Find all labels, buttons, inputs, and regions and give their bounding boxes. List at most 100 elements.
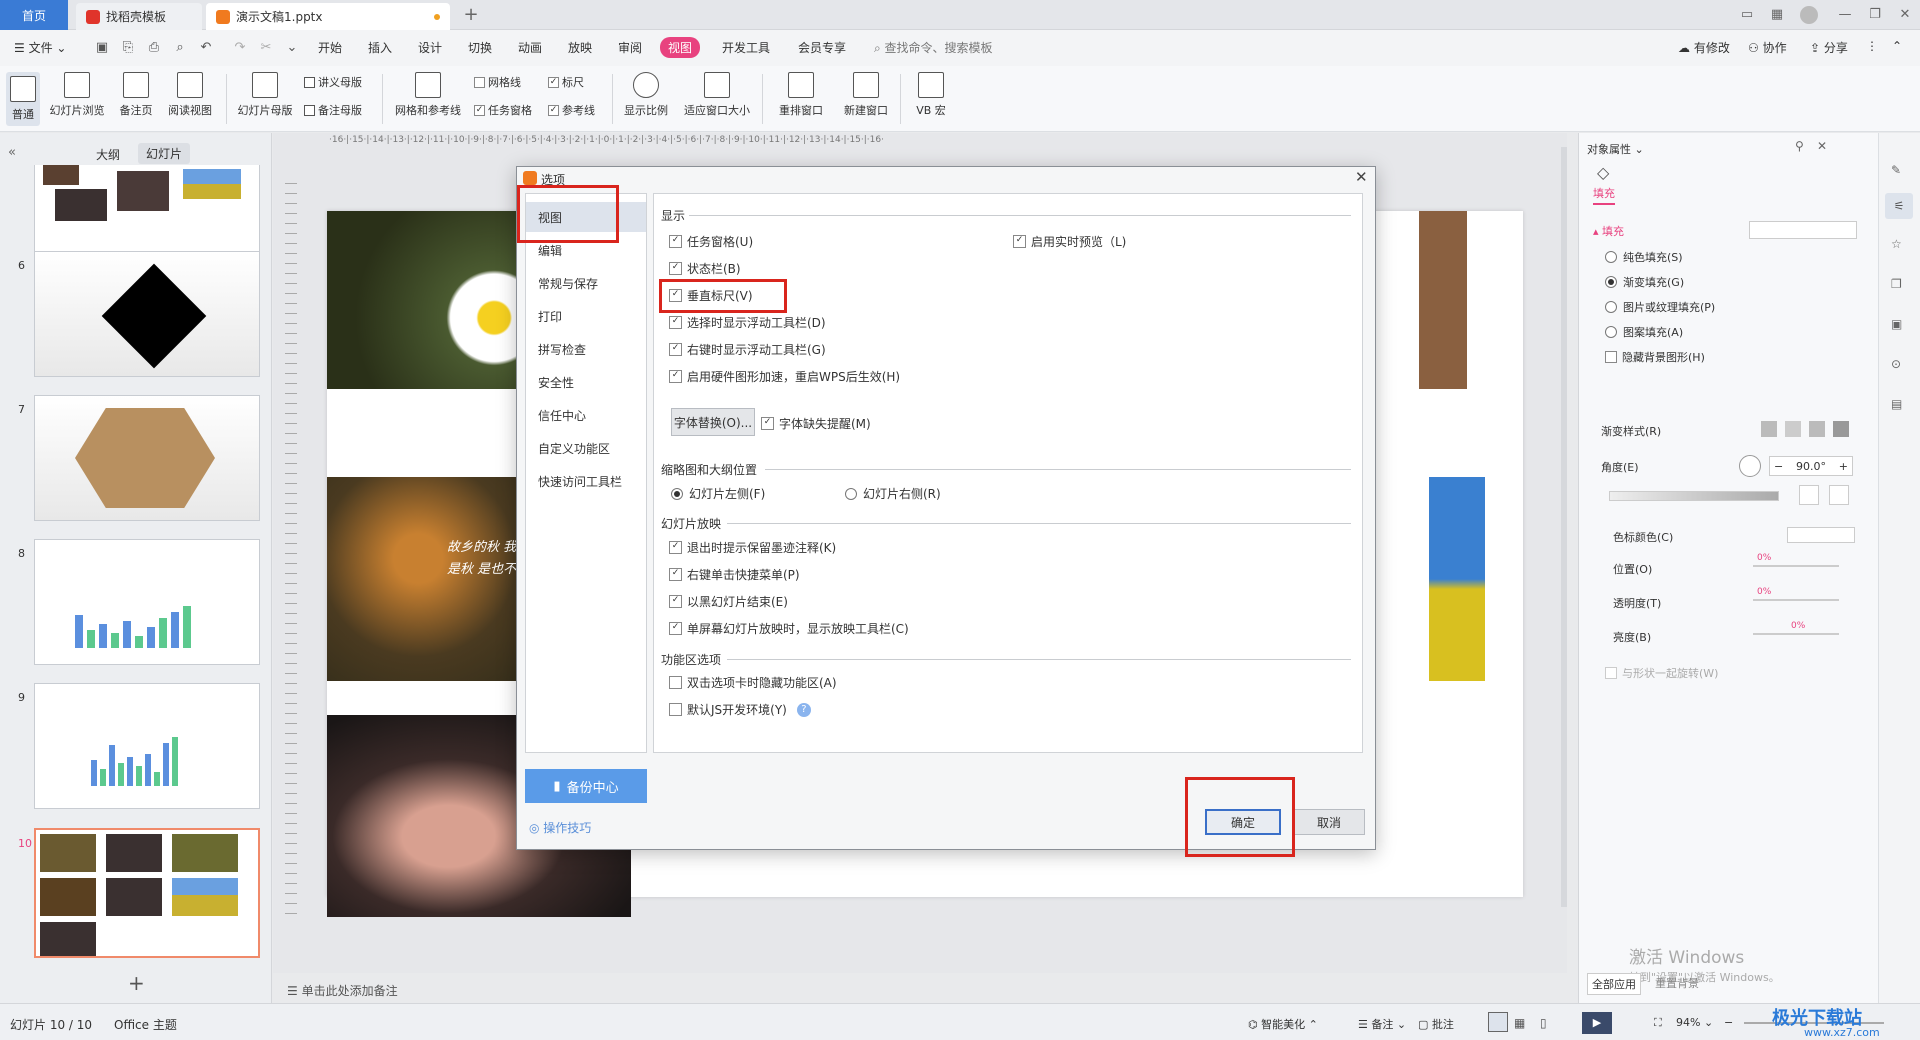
sorter-view-status-icon[interactable]: ▦: [1514, 1016, 1525, 1030]
copy-icon[interactable]: ❐: [1891, 277, 1902, 291]
grid-icon[interactable]: ▦: [1768, 6, 1786, 24]
animation-icon[interactable]: ☆: [1891, 237, 1902, 251]
nav-spelling[interactable]: 拼写检查: [538, 341, 586, 358]
avatar[interactable]: [1800, 6, 1818, 24]
redo-icon[interactable]: ↷: [232, 40, 248, 56]
layout-icon[interactable]: ▭: [1738, 6, 1756, 24]
reading-view-status-icon[interactable]: ▯: [1540, 1016, 1547, 1030]
tab-slides[interactable]: 幻灯片: [138, 143, 191, 164]
notes-page-button[interactable]: 备注页: [116, 72, 156, 118]
opt-ink-prompt[interactable]: ✓ 退出时提示保留墨迹注释(K): [669, 539, 836, 556]
reset-background-button[interactable]: 重置背景: [1651, 973, 1703, 993]
search-command[interactable]: ⌕ 查找命令、搜索模板: [874, 39, 993, 56]
zoom-button[interactable]: 显示比例: [620, 72, 672, 118]
tab-fill[interactable]: 填充: [1593, 185, 1615, 205]
fill-gradient-radio[interactable]: 渐变填充(G): [1605, 274, 1684, 290]
nav-edit[interactable]: 编辑: [538, 242, 562, 259]
cancel-button[interactable]: 取消: [1293, 809, 1365, 835]
opt-rightclick-menu[interactable]: ✓ 右键单击快捷菜单(P): [669, 566, 800, 583]
print-icon[interactable]: ⎙: [146, 40, 162, 56]
add-tab-button[interactable]: +: [462, 6, 480, 24]
export-pdf-icon[interactable]: ⎘: [120, 40, 136, 56]
image-icon[interactable]: ▣: [1891, 317, 1902, 331]
minimize-icon[interactable]: —: [1836, 6, 1854, 24]
tips-link[interactable]: ◎ 操作技巧: [529, 819, 591, 836]
remove-stop-icon[interactable]: [1829, 485, 1849, 505]
more-icon[interactable]: ⌄: [284, 40, 300, 56]
panel-title[interactable]: 对象属性 ⌄: [1587, 141, 1644, 157]
format-painter-icon[interactable]: ✂: [258, 40, 274, 56]
font-replace-button[interactable]: 字体替换(O)...: [671, 408, 755, 436]
gradient-bar[interactable]: [1609, 491, 1779, 501]
menu-member[interactable]: 会员专享: [798, 39, 846, 56]
position-slider[interactable]: 0%: [1739, 553, 1857, 573]
nav-security[interactable]: 安全性: [538, 374, 574, 391]
fill-pattern-radio[interactable]: 图案填充(A): [1605, 324, 1683, 340]
grid-guides-button[interactable]: 网格和参考线: [390, 72, 466, 118]
preview-icon[interactable]: ⌕: [172, 40, 188, 56]
collapse-panel-icon[interactable]: «: [8, 145, 16, 160]
add-stop-icon[interactable]: [1799, 485, 1819, 505]
menu-transition[interactable]: 切换: [468, 39, 492, 56]
gradient-style-options[interactable]: [1761, 421, 1851, 437]
opt-float-toolbar-rightclick[interactable]: ✓ 右键时显示浮动工具栏(G): [669, 341, 826, 358]
hide-background-checkbox[interactable]: 隐藏背景图形(H): [1605, 349, 1705, 365]
menu-review[interactable]: 审阅: [618, 39, 642, 56]
arrange-windows-button[interactable]: 重排窗口: [770, 72, 832, 118]
nav-customize-ribbon[interactable]: 自定义功能区: [538, 440, 610, 457]
notes-toggle[interactable]: ☰ 备注 ⌄: [1358, 1016, 1406, 1032]
slide-photo-edge[interactable]: [1419, 211, 1467, 389]
opt-dblclick-hide[interactable]: 双击选项卡时隐藏功能区(A): [669, 674, 837, 691]
opt-thumb-left[interactable]: 幻灯片左侧(F): [671, 485, 765, 502]
zoom-out-button[interactable]: −: [1724, 1016, 1733, 1029]
guides-checkbox[interactable]: ✓ 参考线: [548, 102, 595, 118]
save-icon[interactable]: ▣: [94, 40, 110, 56]
slide-thumb-6[interactable]: [34, 251, 260, 377]
notes-master-button[interactable]: 备注母版: [304, 102, 362, 118]
navigation-icon[interactable]: ⊙: [1891, 357, 1901, 371]
share-button[interactable]: ⇪ 分享: [1810, 39, 1848, 56]
nav-quick-access[interactable]: 快速访问工具栏: [538, 473, 622, 490]
comments-toggle[interactable]: ▢ 批注: [1418, 1016, 1454, 1032]
tab-outline[interactable]: 大纲: [96, 146, 120, 163]
slide-photo-field[interactable]: [1429, 477, 1485, 681]
opt-black-end[interactable]: ✓ 以黑幻灯片结束(E): [669, 593, 788, 610]
slide-thumb-10[interactable]: [34, 828, 260, 958]
opt-float-toolbar-select[interactable]: ✓ 选择时显示浮动工具栏(D): [669, 314, 826, 331]
slide-sorter-button[interactable]: 幻灯片浏览: [46, 72, 108, 118]
angle-dial[interactable]: [1739, 455, 1761, 477]
normal-view-button[interactable]: 普通: [6, 72, 40, 126]
opt-hardware-accel[interactable]: ✓ 启用硬件图形加速，重启WPS后生效(H): [669, 368, 900, 385]
opt-live-preview[interactable]: ✓ 启用实时预览（L): [1013, 233, 1126, 250]
apply-all-button[interactable]: 全部应用: [1587, 973, 1641, 995]
backup-center-button[interactable]: ▮ 备份中心: [525, 769, 647, 803]
opt-show-toolbar[interactable]: ✓ 单屏幕幻灯片放映时，显示放映工具栏(C): [669, 620, 909, 637]
slide-thumb-9[interactable]: [34, 683, 260, 809]
taskpane-checkbox[interactable]: ✓ 任务窗格: [474, 102, 532, 118]
properties-icon[interactable]: ⚟: [1885, 193, 1913, 219]
close-panel-icon[interactable]: ✕: [1817, 139, 1827, 153]
opt-taskpane[interactable]: ✓ 任务窗格(U): [669, 233, 753, 250]
theme-name[interactable]: Office 主题: [114, 1016, 177, 1033]
menu-insert[interactable]: 插入: [368, 39, 392, 56]
opt-thumb-right[interactable]: 幻灯片右侧(R): [845, 485, 941, 502]
more-options-icon[interactable]: ⋮: [1866, 39, 1878, 53]
gridlines-checkbox[interactable]: 网格线: [474, 74, 521, 90]
menu-developer[interactable]: 开发工具: [722, 39, 770, 56]
book-icon[interactable]: ▤: [1891, 397, 1902, 411]
fill-dropdown[interactable]: [1749, 221, 1857, 239]
reading-view-button[interactable]: 阅读视图: [164, 72, 216, 118]
close-icon[interactable]: ✕: [1896, 6, 1914, 24]
handout-master-button[interactable]: 讲义母版: [304, 74, 362, 90]
file-menu[interactable]: ☰ 文件 ⌄: [14, 39, 66, 56]
undo-icon[interactable]: ↶: [198, 40, 214, 56]
normal-view-status-icon[interactable]: [1488, 1012, 1508, 1032]
notes-placeholder[interactable]: ☰ 单击此处添加备注: [287, 982, 398, 999]
vertical-scrollbar[interactable]: [1561, 147, 1567, 907]
fit-icon[interactable]: ⛶: [1654, 1016, 1662, 1030]
rotate-with-shape-checkbox[interactable]: 与形状一起旋转(W): [1605, 665, 1718, 681]
pin-icon[interactable]: ⚲: [1795, 139, 1804, 153]
menu-animation[interactable]: 动画: [518, 39, 542, 56]
nav-print[interactable]: 打印: [538, 308, 562, 325]
maximize-icon[interactable]: ❐: [1866, 6, 1884, 24]
